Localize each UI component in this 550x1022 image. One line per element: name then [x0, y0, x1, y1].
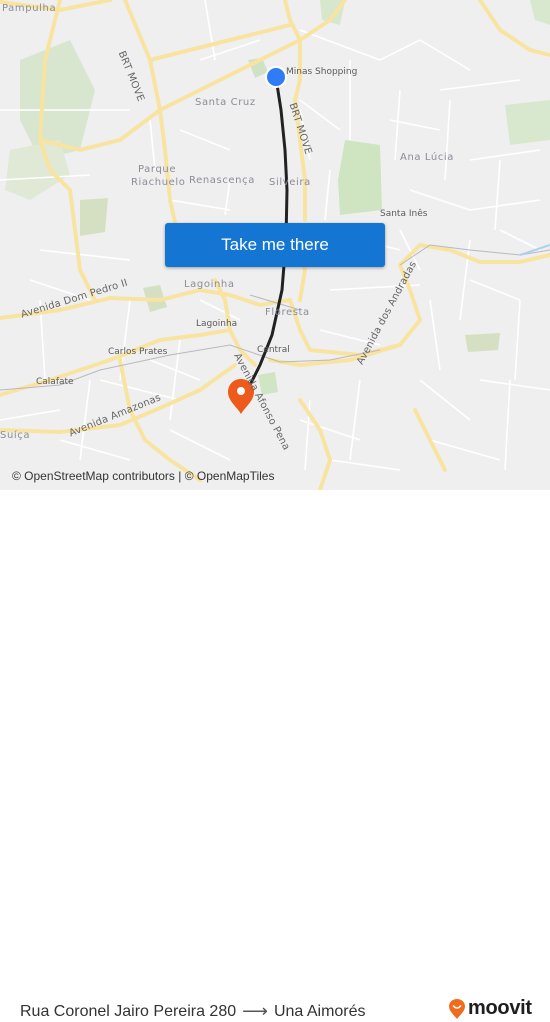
map-label-central: Central	[257, 345, 290, 355]
map-label-floresta: Floresta	[265, 307, 310, 318]
route-summary: Rua Coronel Jairo Pereira 280 ⟶ Una Aimo…	[20, 1001, 366, 1022]
moovit-wordmark: moovit	[468, 997, 532, 1019]
park-ne	[530, 0, 550, 25]
map-label-lagoinha-small: Lagoinha	[196, 319, 238, 329]
map-attribution[interactable]: © OpenStreetMap contributors | © OpenMap…	[12, 469, 274, 483]
map-label-riachuelo: Riachuelo	[131, 177, 186, 188]
map-label-renascenca: Renascença	[189, 175, 255, 186]
map[interactable]: Pampulha BRT MOVE Minas Shopping Santa C…	[0, 0, 550, 490]
arrow-right-icon: ⟶	[242, 1001, 268, 1021]
park-east	[505, 100, 550, 145]
moovit-logo[interactable]: moovit	[449, 997, 532, 1020]
footer: Rua Coronel Jairo Pereira 280 ⟶ Una Aimo…	[0, 490, 550, 1021]
map-label-suica: Suíça	[0, 430, 31, 441]
map-label-minas-shopping: Minas Shopping	[286, 67, 358, 77]
destination-label: Una Aimorés	[273, 1002, 366, 1020]
park-riachuelo	[80, 198, 108, 236]
map-label-pampulha: Pampulha	[2, 3, 57, 14]
map-label-santa-cruz: Santa Cruz	[195, 97, 256, 108]
map-label-parque: Parque	[138, 164, 177, 175]
map-label-lagoinha: Lagoinha	[184, 279, 235, 290]
origin-label: Rua Coronel Jairo Pereira 280	[20, 1002, 237, 1020]
origin-marker	[265, 66, 287, 88]
park-andradas	[465, 333, 500, 352]
river	[519, 244, 550, 256]
map-label-ana-lucia: Ana Lúcia	[400, 152, 455, 163]
map-label-santa-ines: Santa Inês	[380, 209, 428, 219]
moovit-pin-icon	[449, 998, 465, 1019]
park-ana-lucia	[338, 140, 382, 215]
map-label-calafate: Calafate	[36, 377, 74, 387]
map-label-silveira: Silveira	[269, 177, 311, 188]
map-label-carlos-prates: Carlos Prates	[108, 347, 168, 357]
take-me-there-button[interactable]: Take me there	[165, 223, 385, 267]
park-west	[5, 140, 70, 200]
